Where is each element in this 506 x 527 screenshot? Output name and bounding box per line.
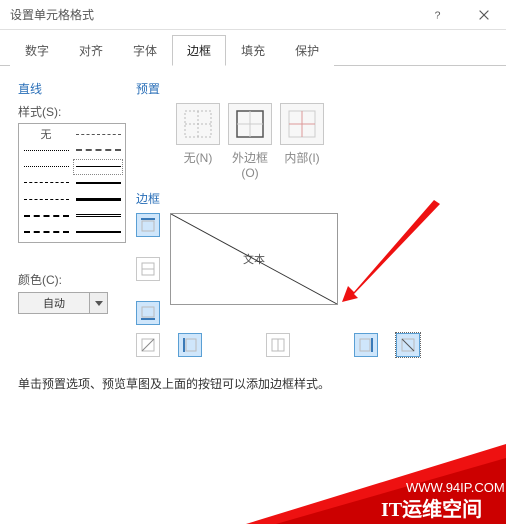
border-middle-h-button[interactable] <box>136 257 160 281</box>
line-style-dot2[interactable] <box>21 159 71 175</box>
close-button[interactable] <box>461 0 506 30</box>
line-style-solid4[interactable] <box>73 224 123 240</box>
preset-none-label: 无(N) <box>176 149 220 180</box>
line-style-dash[interactable] <box>21 175 71 191</box>
help-button[interactable]: ? <box>416 0 461 30</box>
preset-outer[interactable] <box>228 103 272 145</box>
border-diag-up-button[interactable] <box>136 333 160 357</box>
svg-text:?: ? <box>434 9 440 21</box>
preset-inner[interactable] <box>280 103 324 145</box>
tab-border[interactable]: 边框 <box>172 35 226 66</box>
tab-number[interactable]: 数字 <box>10 35 64 66</box>
line-style-dash4[interactable] <box>21 224 71 240</box>
line-style-dash3[interactable] <box>21 207 71 223</box>
color-value: 自动 <box>18 292 90 314</box>
border-middle-v-button[interactable] <box>266 333 290 357</box>
border-bottom-button[interactable] <box>136 301 160 325</box>
preset-none[interactable] <box>176 103 220 145</box>
color-select[interactable]: 自动 <box>18 292 126 314</box>
watermark-brand: IT运维空间 <box>381 497 482 521</box>
tab-protect[interactable]: 保护 <box>280 35 334 66</box>
border-top-button[interactable] <box>136 213 160 237</box>
preset-section-label: 预置 <box>136 80 488 97</box>
border-left-button[interactable] <box>178 333 202 357</box>
line-style-solid2[interactable] <box>73 175 123 191</box>
tab-font[interactable]: 字体 <box>118 35 172 66</box>
preset-outer-label: 外边框(O) <box>228 149 272 180</box>
watermark-url: WWW.94IP.COM <box>406 480 505 495</box>
tab-fill[interactable]: 填充 <box>226 35 280 66</box>
window-title: 设置单元格格式 <box>10 6 416 23</box>
line-style-double[interactable] <box>73 207 123 223</box>
line-style-solid3[interactable] <box>73 191 123 207</box>
tabs-bar: 数字 对齐 字体 边框 填充 保护 <box>0 30 506 66</box>
line-style-dashdot2[interactable] <box>73 142 123 158</box>
line-style-dash2[interactable] <box>21 191 71 207</box>
style-label: 样式(S): <box>18 103 126 120</box>
line-section-label: 直线 <box>18 80 126 97</box>
line-style-none[interactable]: 无 <box>21 126 71 142</box>
chevron-down-icon[interactable] <box>90 292 108 314</box>
hint-text: 单击预置选项、预览草图及上面的按钮可以添加边框样式。 <box>18 375 488 392</box>
tab-align[interactable]: 对齐 <box>64 35 118 66</box>
border-preview[interactable]: 文本 <box>170 213 338 305</box>
border-diag-down-button[interactable] <box>396 333 420 357</box>
color-label: 颜色(C): <box>18 271 126 288</box>
border-right-button[interactable] <box>354 333 378 357</box>
border-section-label: 边框 <box>136 190 488 207</box>
preset-inner-label: 内部(I) <box>280 149 324 180</box>
line-style-dashdot[interactable] <box>73 126 123 142</box>
line-style-dot[interactable] <box>21 142 71 158</box>
line-style-list[interactable]: 无 <box>18 123 126 243</box>
watermark: WWW.94IP.COM IT运维空间 <box>246 444 506 524</box>
line-style-solid1[interactable] <box>73 159 123 175</box>
